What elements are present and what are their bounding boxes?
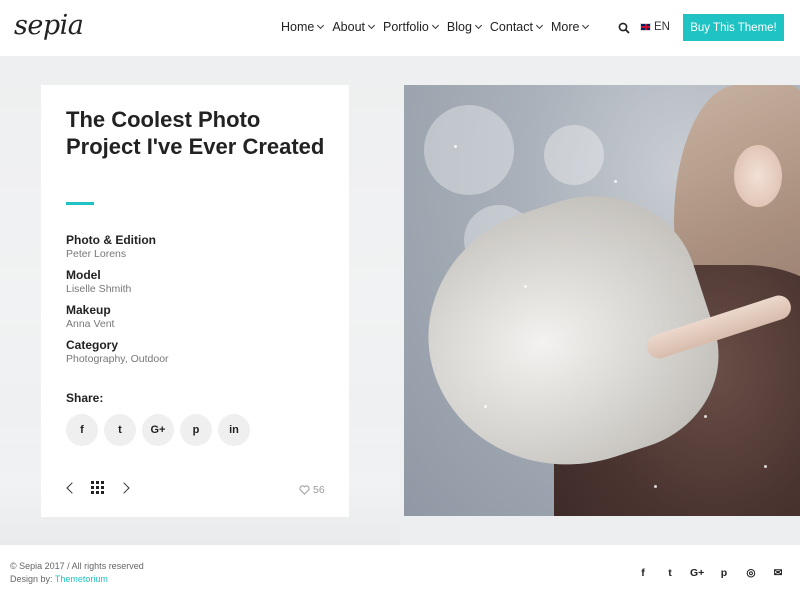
- nav-item-more[interactable]: More: [551, 20, 590, 34]
- share-linkedin-button[interactable]: in: [218, 414, 250, 446]
- google-plus-icon: G+: [150, 424, 166, 436]
- twitter-icon: t: [118, 424, 122, 436]
- meta-photo-edition: Photo & Edition Peter Lorens: [66, 233, 326, 260]
- project-photo: [404, 85, 800, 516]
- buy-theme-button[interactable]: Buy This Theme!: [683, 14, 784, 41]
- footer-copyright: © Sepia 2017 / All rights reserved Desig…: [10, 560, 144, 586]
- designer-link[interactable]: Themetorium: [55, 574, 108, 584]
- chevron-down-icon: [582, 21, 590, 29]
- previous-arrow-icon[interactable]: [66, 481, 78, 494]
- uk-flag-icon: [640, 23, 651, 31]
- project-section: The Coolest Photo Project I've Ever Crea…: [0, 56, 800, 545]
- meta-value: Photography, Outdoor: [66, 353, 169, 365]
- nav-item-label: Portfolio: [383, 20, 429, 34]
- nav-item-portfolio[interactable]: Portfolio: [383, 20, 439, 34]
- nav-item-label: Contact: [489, 20, 533, 34]
- mail-icon[interactable]: ✉: [771, 567, 785, 579]
- chevron-down-icon: [367, 21, 376, 29]
- title-divider: [66, 202, 94, 205]
- nav-item-contact[interactable]: Contact: [489, 20, 544, 34]
- design-by-label: Design by:: [10, 574, 53, 584]
- share-facebook-button[interactable]: f: [66, 414, 98, 446]
- nav-item-label: More: [551, 20, 580, 34]
- nav-item-label: Blog: [446, 20, 472, 34]
- share-google-plus-button[interactable]: G+: [142, 414, 174, 446]
- meta-label: Makeup: [66, 303, 111, 317]
- facebook-icon[interactable]: f: [636, 567, 650, 579]
- photo-face: [734, 145, 782, 207]
- project-pager: [66, 481, 130, 494]
- meta-category: Category Photography, Outdoor: [66, 338, 326, 365]
- meta-label: Category: [66, 338, 119, 352]
- project-info-card: The Coolest Photo Project I've Ever Crea…: [41, 85, 349, 517]
- chevron-down-icon: [474, 21, 482, 29]
- nav-item-blog[interactable]: Blog: [446, 20, 482, 34]
- meta-label: Model: [66, 268, 101, 282]
- grid-icon[interactable]: [91, 481, 104, 494]
- chevron-down-icon: [535, 21, 544, 29]
- project-title: The Coolest Photo Project I've Ever Crea…: [66, 107, 325, 159]
- meta-value: Peter Lorens: [66, 248, 127, 260]
- google-plus-icon[interactable]: G+: [690, 567, 704, 579]
- design-credit: Design by: Themetorium: [10, 573, 144, 586]
- facebook-icon: f: [80, 424, 84, 436]
- like-count: 56: [313, 484, 325, 496]
- nav-item-label: About: [332, 20, 366, 34]
- next-arrow-icon[interactable]: [118, 481, 130, 494]
- language-label: EN: [654, 21, 670, 33]
- nav-item-about[interactable]: About: [332, 20, 376, 34]
- chevron-down-icon: [431, 21, 439, 29]
- meta-model: Model Liselle Shmith: [66, 268, 326, 295]
- site-footer: © Sepia 2017 / All rights reserved Desig…: [0, 545, 800, 600]
- share-twitter-button[interactable]: t: [104, 414, 136, 446]
- search-icon[interactable]: [618, 22, 630, 34]
- share-label: Share:: [66, 391, 104, 405]
- project-meta: Photo & Edition Peter Lorens Model Lisel…: [66, 233, 326, 373]
- pinterest-icon[interactable]: p: [717, 567, 731, 579]
- dribbble-icon[interactable]: ◎: [744, 567, 758, 579]
- pinterest-icon: p: [192, 424, 200, 436]
- share-buttons: f t G+ p in: [66, 414, 256, 446]
- nav-item-label: Home: [281, 20, 315, 34]
- meta-makeup: Makeup Anna Vent: [66, 303, 326, 330]
- meta-value: Anna Vent: [66, 318, 115, 330]
- site-header: sepia Home About Portfolio Blog Contact …: [0, 0, 800, 56]
- twitter-icon[interactable]: t: [663, 567, 677, 579]
- footer-social-links: f t G+ p ◎ ✉: [636, 567, 798, 579]
- heart-icon: [299, 485, 310, 495]
- meta-label: Photo & Edition: [66, 233, 156, 247]
- like-counter[interactable]: 56: [299, 484, 325, 496]
- copyright-text: © Sepia 2017 / All rights reserved: [10, 561, 144, 571]
- site-logo[interactable]: sepia: [14, 10, 84, 41]
- main-nav: Home About Portfolio Blog Contact More: [281, 20, 597, 34]
- linkedin-icon: in: [229, 424, 239, 436]
- nav-item-home[interactable]: Home: [281, 20, 325, 34]
- meta-value: Liselle Shmith: [66, 283, 132, 295]
- share-pinterest-button[interactable]: p: [180, 414, 212, 446]
- chevron-down-icon: [317, 21, 325, 29]
- language-switcher[interactable]: EN: [640, 21, 670, 33]
